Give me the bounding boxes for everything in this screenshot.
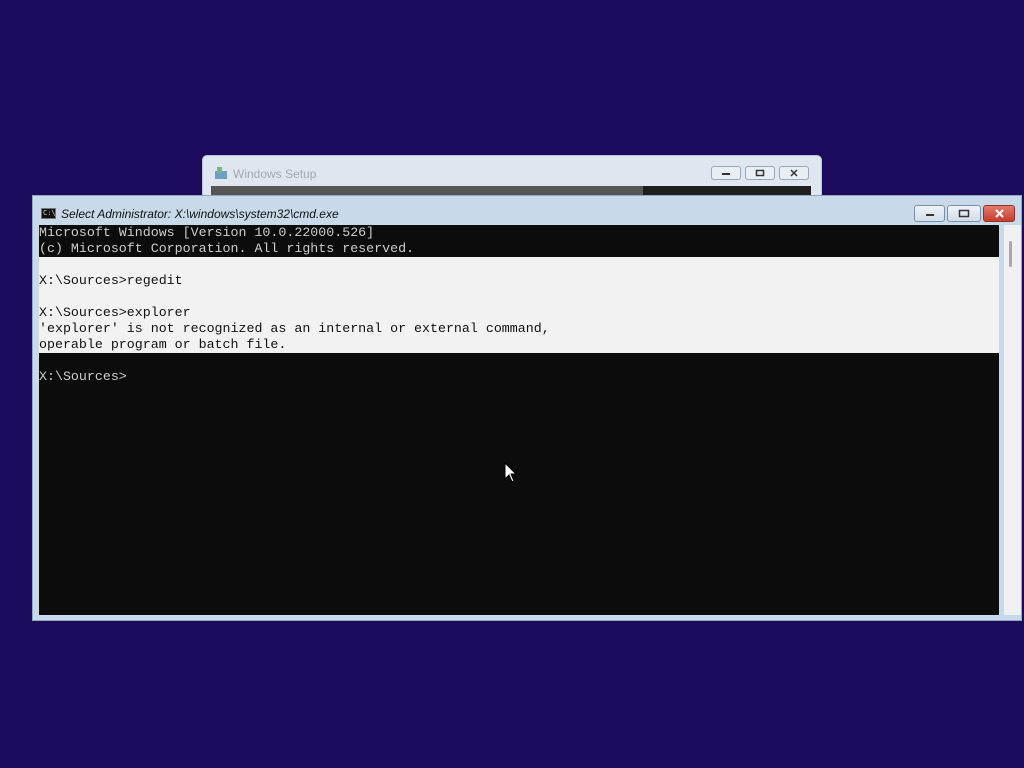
minimize-icon (925, 213, 934, 216)
cmd-maximize-button[interactable] (947, 205, 981, 222)
console-lines: Microsoft Windows [Version 10.0.22000.52… (39, 225, 550, 385)
setup-minimize-button[interactable] (711, 166, 741, 180)
console-line: operable program or batch file. (39, 337, 287, 352)
setup-icon (215, 167, 227, 179)
maximize-icon (958, 209, 970, 218)
console-line: X:\Sources> (39, 369, 127, 384)
close-icon (994, 209, 1004, 218)
vertical-scrollbar[interactable] (1004, 225, 1021, 615)
console-line: Microsoft Windows [Version 10.0.22000.52… (39, 225, 375, 240)
setup-close-button[interactable] (779, 166, 809, 180)
setup-maximize-button[interactable] (745, 166, 775, 180)
console-line: 'explorer' is not recognized as an inter… (39, 321, 550, 336)
scrollbar-thumb[interactable] (1009, 241, 1012, 267)
console-output-area[interactable]: Microsoft Windows [Version 10.0.22000.52… (39, 225, 999, 615)
console-line: X:\Sources>regedit (39, 273, 183, 288)
mouse-pointer-icon (504, 462, 518, 483)
minimize-icon (722, 173, 730, 175)
cmd-close-button[interactable] (983, 205, 1015, 222)
console-line: X:\Sources>explorer (39, 305, 191, 320)
cmd-window[interactable]: C:\ Select Administrator: X:\windows\sys… (32, 195, 1022, 621)
restore-icon (755, 169, 765, 177)
console-line: (c) Microsoft Corporation. All rights re… (39, 241, 415, 256)
cmd-app-icon: C:\ (41, 208, 56, 219)
cmd-minimize-button[interactable] (914, 205, 945, 222)
cmd-window-title: Select Administrator: X:\windows\system3… (61, 207, 339, 221)
cmd-titlebar[interactable]: C:\ Select Administrator: X:\windows\sys… (33, 196, 1021, 225)
setup-window-title: Windows Setup (233, 167, 317, 181)
close-icon (790, 169, 798, 177)
